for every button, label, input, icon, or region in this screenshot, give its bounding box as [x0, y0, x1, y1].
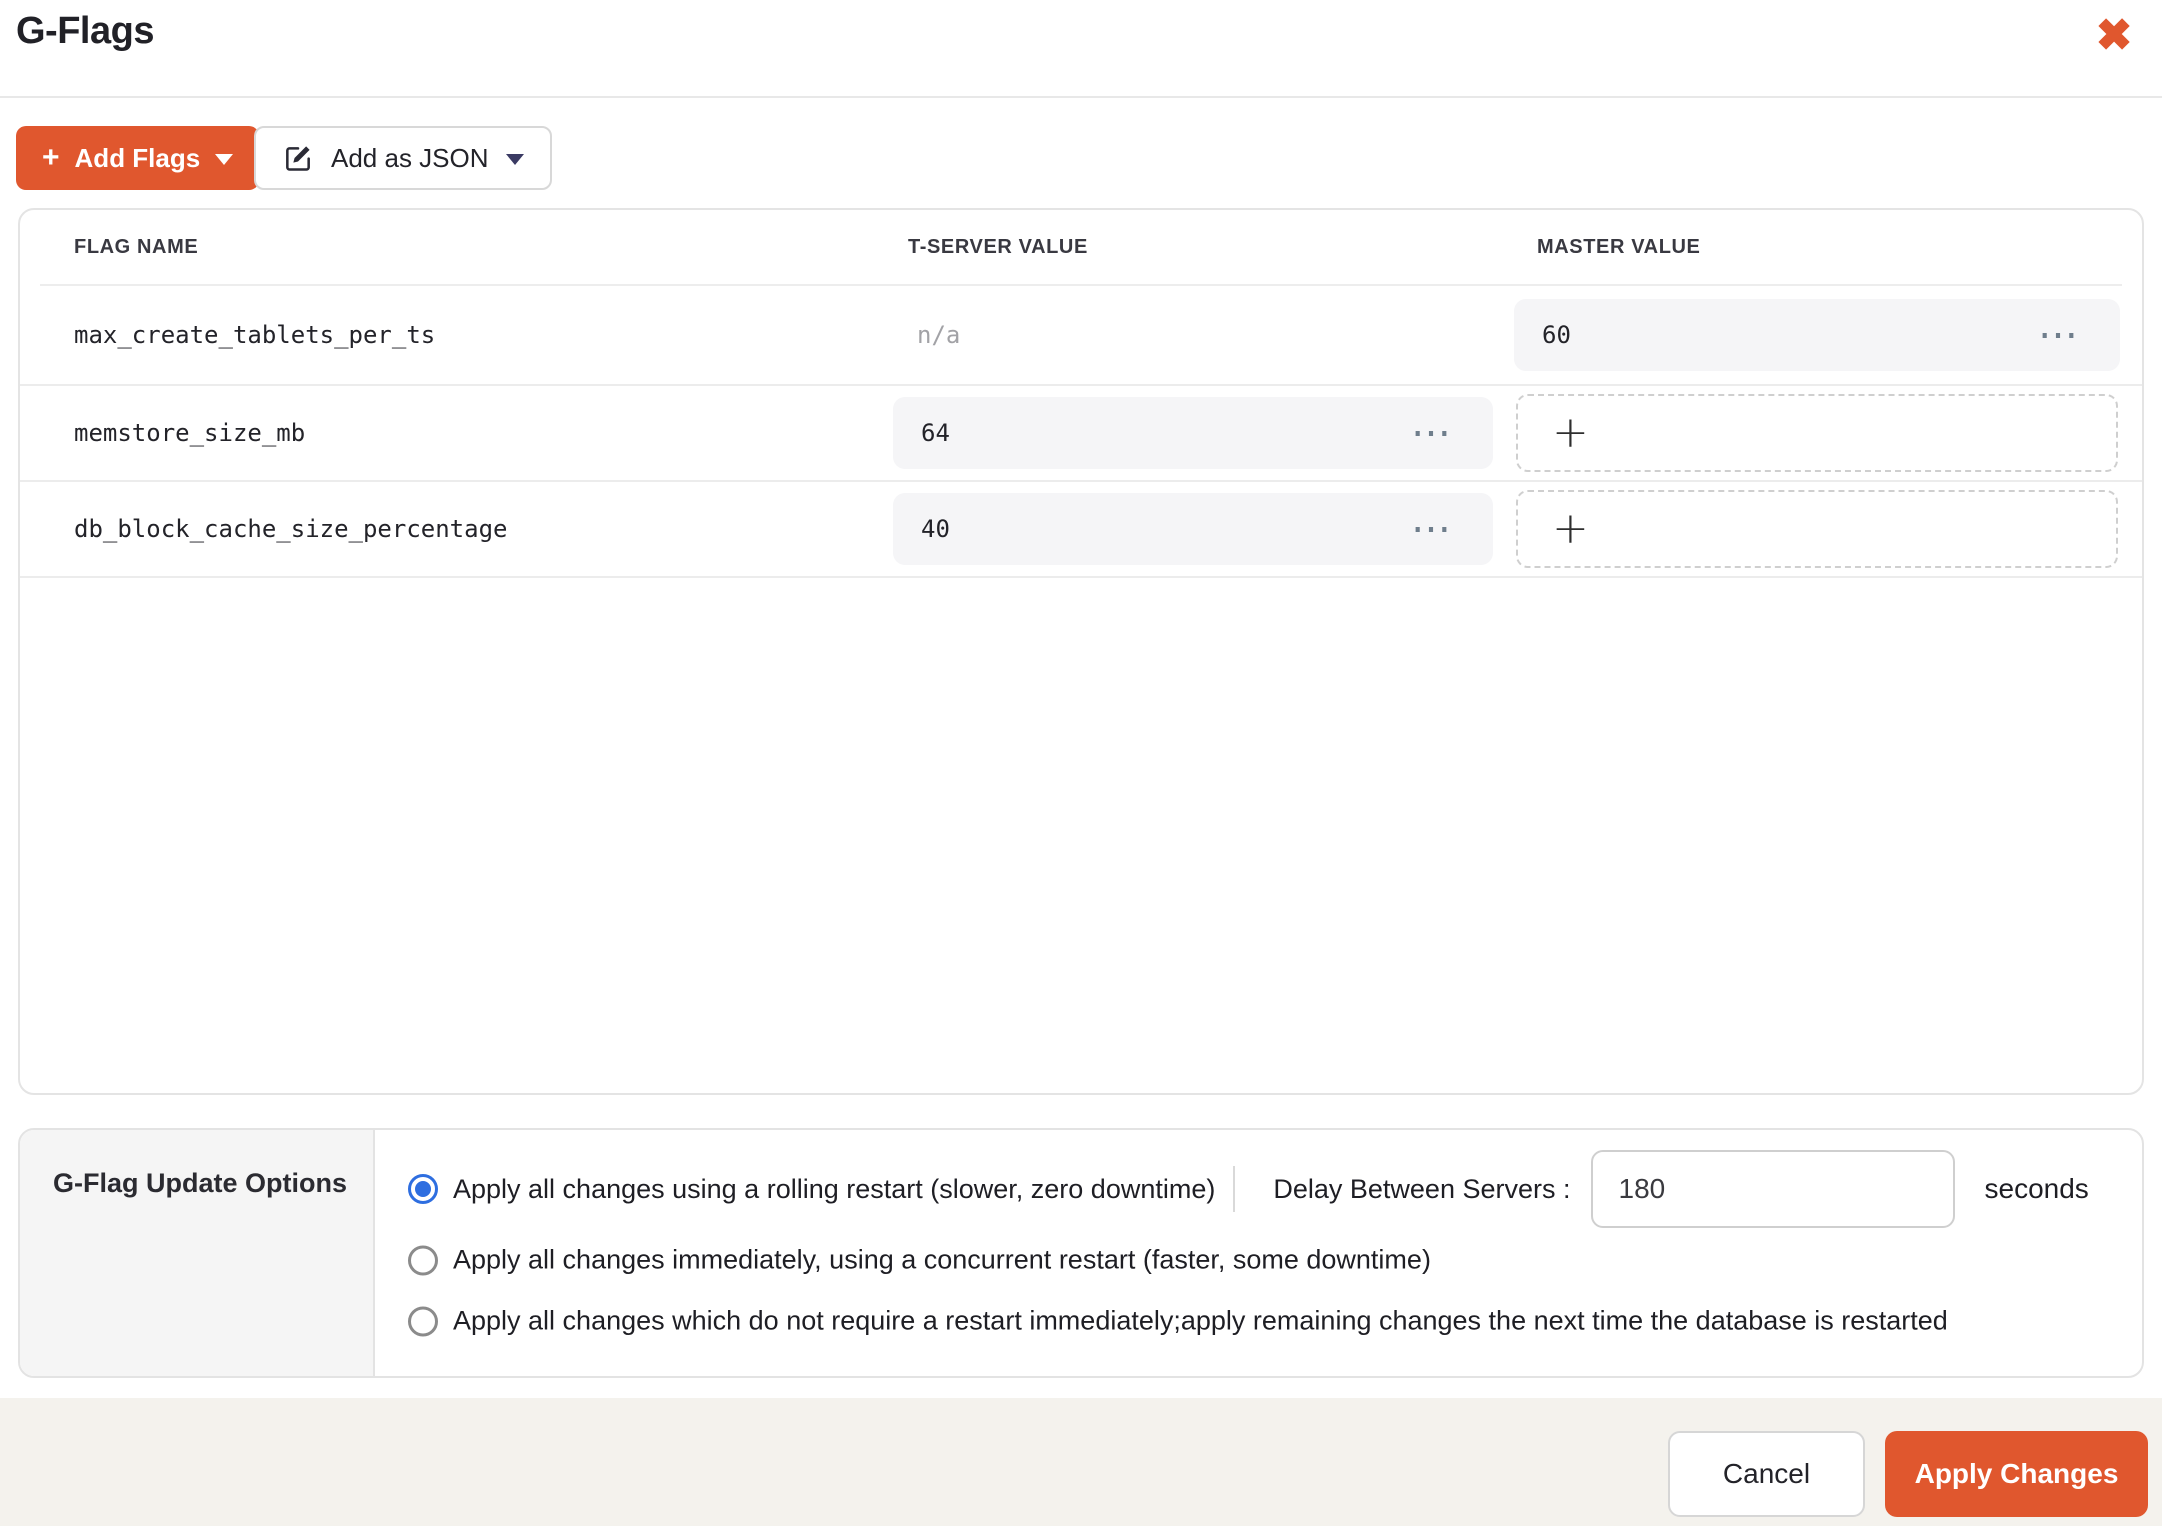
- apply-changes-button[interactable]: Apply Changes: [1885, 1431, 2148, 1517]
- plus-icon: +: [1552, 503, 1589, 554]
- close-button[interactable]: ✖: [2086, 8, 2142, 64]
- tserver-value-field[interactable]: 40 ⋯: [893, 493, 1493, 565]
- add-master-value-button[interactable]: +: [1516, 490, 2118, 568]
- modal-footer: Cancel Apply Changes: [0, 1398, 2162, 1526]
- edit-icon: [282, 142, 314, 174]
- update-options-label-panel: G-Flag Update Options: [20, 1130, 375, 1376]
- master-value-field[interactable]: 60 ⋯: [1514, 299, 2120, 371]
- radio-label: Apply all changes which do not require a…: [453, 1305, 1948, 1336]
- column-header-flag-name: FLAG NAME: [74, 235, 199, 258]
- chevron-down-icon: [215, 154, 234, 165]
- plus-icon: +: [1552, 407, 1589, 458]
- add-flags-label: Add Flags: [74, 142, 201, 173]
- tserver-value-na: n/a: [917, 321, 961, 349]
- tserver-value: 64: [921, 419, 950, 447]
- master-value: 60: [1542, 321, 1571, 349]
- tserver-value: 40: [921, 515, 950, 543]
- close-icon: ✖: [2095, 11, 2133, 60]
- chevron-down-icon: [505, 154, 524, 165]
- tserver-value-field[interactable]: 64 ⋯: [893, 397, 1493, 469]
- add-as-json-button[interactable]: Add as JSON: [254, 126, 552, 190]
- plus-icon: +: [42, 141, 60, 174]
- radio-concurrent-restart[interactable]: Apply all changes immediately, using a c…: [408, 1245, 1431, 1276]
- column-header-tserver-value: T-SERVER VALUE: [908, 235, 1088, 258]
- table-row: max_create_tablets_per_ts n/a 60 ⋯: [20, 286, 2142, 386]
- radio-selected-icon[interactable]: [408, 1174, 438, 1204]
- delay-between-servers-label: Delay Between Servers :: [1273, 1173, 1571, 1204]
- flags-table: FLAG NAME T-SERVER VALUE MASTER VALUE ma…: [18, 208, 2144, 1095]
- delay-seconds-input[interactable]: [1590, 1150, 1955, 1228]
- flag-name: db_block_cache_size_percentage: [74, 515, 508, 543]
- ellipsis-icon: ⋯: [1411, 411, 1453, 455]
- vertical-divider: [1233, 1166, 1236, 1212]
- row-menu-button[interactable]: ⋯: [1411, 413, 1453, 453]
- add-master-value-button[interactable]: +: [1516, 394, 2118, 472]
- radio-no-restart[interactable]: Apply all changes which do not require a…: [408, 1306, 1948, 1337]
- delay-unit-label: seconds: [1984, 1173, 2089, 1204]
- cancel-button[interactable]: Cancel: [1668, 1431, 1865, 1517]
- flag-name: max_create_tablets_per_ts: [74, 321, 436, 349]
- update-options-title: G-Flag Update Options: [53, 1168, 347, 1198]
- table-row: db_block_cache_size_percentage 40 ⋯ +: [20, 482, 2142, 578]
- update-options-panel: G-Flag Update Options Apply all changes …: [18, 1128, 2144, 1378]
- gflags-modal: G-Flags ✖ + Add Flags Add as JSON FLAG N…: [0, 0, 2162, 1526]
- ellipsis-icon: ⋯: [2038, 313, 2080, 357]
- modal-header: G-Flags ✖: [0, 0, 2162, 98]
- row-menu-button[interactable]: ⋯: [2038, 315, 2080, 355]
- add-flags-button[interactable]: + Add Flags: [16, 126, 260, 190]
- ellipsis-icon: ⋯: [1411, 507, 1453, 551]
- flag-name: memstore_size_mb: [74, 419, 306, 447]
- add-as-json-label: Add as JSON: [331, 142, 489, 173]
- radio-unselected-icon[interactable]: [408, 1306, 438, 1336]
- page-title: G-Flags: [16, 10, 154, 52]
- radio-label: Apply all changes using a rolling restar…: [453, 1173, 1216, 1204]
- table-row: memstore_size_mb 64 ⋯ +: [20, 386, 2142, 482]
- radio-label: Apply all changes immediately, using a c…: [453, 1244, 1431, 1275]
- row-menu-button[interactable]: ⋯: [1411, 509, 1453, 549]
- column-header-master-value: MASTER VALUE: [1537, 235, 1701, 258]
- radio-rolling-restart[interactable]: Apply all changes using a rolling restar…: [408, 1150, 2089, 1228]
- radio-unselected-icon[interactable]: [408, 1245, 438, 1275]
